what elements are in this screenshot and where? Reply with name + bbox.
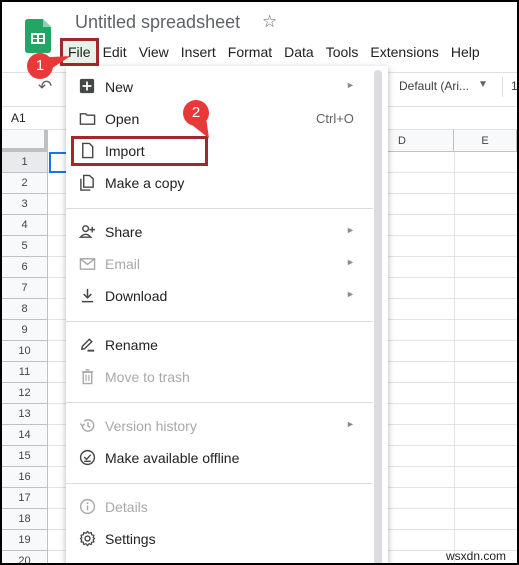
app-window: Untitled spreadsheet ☆ File Edit View In… [2,2,517,563]
info-icon [78,498,96,516]
menu-item-label: Make a copy [105,175,185,191]
document-title[interactable]: Untitled spreadsheet [75,12,240,33]
menu-item-open[interactable]: Open Ctrl+O [66,103,376,135]
row-header[interactable]: 17 [2,488,48,509]
menu-separator [66,321,373,322]
rename-icon [78,336,96,354]
menu-item-email: Email ► [66,248,376,280]
menu-item-make-a-copy[interactable]: Make a copy [66,167,376,199]
select-all-corner[interactable] [2,130,48,152]
history-icon [78,417,96,435]
row-header[interactable]: 5 [2,236,48,257]
menu-item-label: Download [105,288,168,304]
submenu-arrow-icon: ► [346,257,355,267]
menu-item-label: Details [105,499,148,515]
column-divider [454,152,455,563]
row-header[interactable]: 3 [2,194,48,215]
submenu-arrow-icon: ► [346,225,355,235]
row-header[interactable]: 18 [2,509,48,530]
menu-item-download[interactable]: Download ► [66,280,376,312]
column-header-e[interactable]: E [454,130,517,152]
sheets-logo-icon[interactable] [25,19,51,53]
trash-icon [78,368,96,386]
menu-item-label: Settings [105,531,156,547]
menu-item-share[interactable]: Share ► [66,216,376,248]
email-icon [78,255,96,273]
download-icon [78,287,96,305]
name-box[interactable]: A1 [11,111,26,125]
import-highlight-box [71,136,208,166]
menu-item-label: Make available offline [105,450,240,466]
row-header[interactable]: 15 [2,446,48,467]
menu-help[interactable]: Help [445,40,486,64]
submenu-arrow-icon: ► [346,419,355,429]
row-header[interactable]: 8 [2,299,48,320]
row-header[interactable]: 16 [2,467,48,488]
row-header[interactable]: 7 [2,278,48,299]
menu-item-label: Version history [105,418,197,434]
shortcut-hint: Ctrl+O [316,111,354,126]
row-header[interactable]: 20 [2,551,48,563]
star-icon[interactable]: ☆ [262,12,277,32]
menu-item-label: Share [105,224,143,240]
menu-tools[interactable]: Tools [320,40,365,64]
submenu-arrow-icon: ► [346,289,355,299]
menu-bar: File Edit View Insert Format Data Tools … [60,38,486,66]
share-person-icon [78,223,96,241]
row-header[interactable]: 13 [2,404,48,425]
new-icon [78,78,96,96]
row-header[interactable]: 6 [2,257,48,278]
font-family-select[interactable]: Default (Ari... [399,79,469,93]
menu-separator [66,208,373,209]
callout-step-1: 1 [27,53,53,79]
menu-scrollbar[interactable] [374,70,382,563]
menu-extensions[interactable]: Extensions [364,40,444,64]
row-header[interactable]: 11 [2,362,48,383]
row-header[interactable]: 19 [2,530,48,551]
copy-icon [78,174,96,192]
offline-icon [78,449,96,467]
watermark: wsxdn.com [446,549,507,563]
undo-icon[interactable]: ↶ [38,77,52,97]
menu-item-label: Move to trash [105,369,190,385]
menu-item-rename[interactable]: Rename [66,329,376,361]
toolbar-divider [502,77,503,97]
chevron-down-icon[interactable]: ▼ [478,79,488,90]
menu-view[interactable]: View [133,40,175,64]
font-size-input[interactable]: 1 [511,79,517,93]
menu-item-label: Open [105,111,140,127]
gear-icon [78,530,96,548]
callout-step-2: 2 [183,100,209,126]
menu-item-settings[interactable]: Settings [66,523,376,555]
row-header[interactable]: 9 [2,320,48,341]
row-header[interactable]: 4 [2,215,48,236]
menu-item-move-to-trash: Move to trash [66,361,376,393]
menu-item-label: New [105,79,134,95]
menu-insert[interactable]: Insert [175,40,222,64]
row-header[interactable]: 14 [2,425,48,446]
menu-item-make-available-offline[interactable]: Make available offline [66,442,376,474]
row-header[interactable]: 10 [2,341,48,362]
row-header[interactable]: 12 [2,383,48,404]
menu-item-new[interactable]: New ► [66,71,376,103]
submenu-arrow-icon: ► [346,80,355,90]
folder-icon [78,110,96,128]
menu-item-label: Rename [105,337,158,353]
row-header[interactable]: 1 [2,152,48,173]
menu-data[interactable]: Data [278,40,320,64]
row-header[interactable]: 2 [2,173,48,194]
menu-separator [66,402,373,403]
menu-item-version-history: Version history ► [66,410,376,442]
column-header-d[interactable]: D [386,130,454,152]
menu-item-label: Email [105,256,141,272]
menu-edit[interactable]: Edit [97,40,133,64]
menu-separator [66,483,373,484]
menu-item-details: Details [66,491,376,523]
menu-format[interactable]: Format [222,40,278,64]
